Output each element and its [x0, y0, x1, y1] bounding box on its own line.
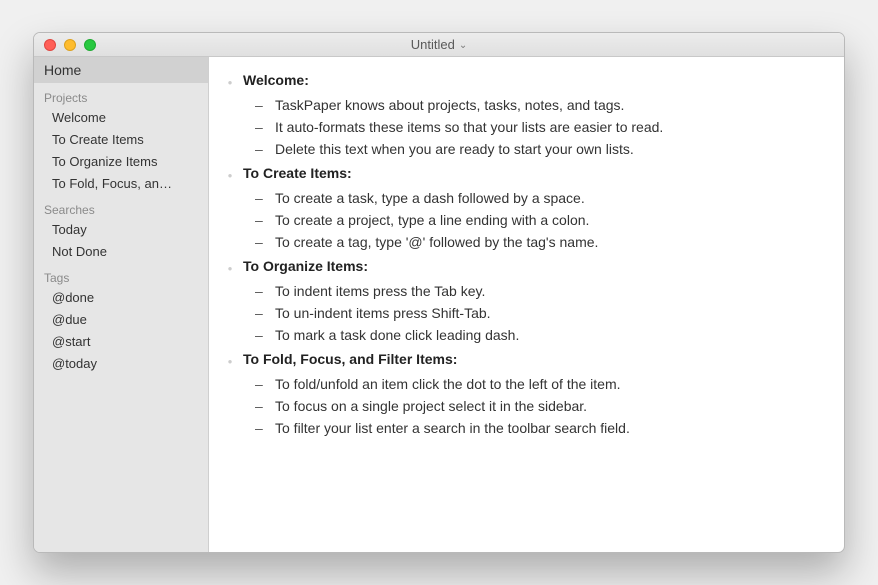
task-text: To indent items press the Tab key. — [275, 280, 485, 302]
project-heading-row[interactable]: ● To Organize Items: — [217, 255, 824, 280]
task-dash-icon[interactable]: – — [255, 231, 267, 253]
task-row[interactable]: –TaskPaper knows about projects, tasks, … — [217, 94, 824, 116]
titlebar: Untitled ⌄ — [34, 33, 844, 57]
sidebar-item-fold-focus[interactable]: To Fold, Focus, an… — [34, 173, 208, 195]
task-text: Delete this text when you are ready to s… — [275, 138, 634, 160]
task-dash-icon[interactable]: – — [255, 187, 267, 209]
task-text: To un-indent items press Shift-Tab. — [275, 302, 491, 324]
task-dash-icon[interactable]: – — [255, 373, 267, 395]
task-row[interactable]: –To filter your list enter a search in t… — [217, 417, 824, 439]
window-body: Home Projects Welcome To Create Items To… — [34, 57, 844, 552]
sidebar-item-organize-items[interactable]: To Organize Items — [34, 151, 208, 173]
app-window: Untitled ⌄ Home Projects Welcome To Crea… — [33, 32, 845, 553]
sidebar-item-not-done[interactable]: Not Done — [34, 241, 208, 263]
sidebar-item-create-items[interactable]: To Create Items — [34, 129, 208, 151]
project-fold-focus-filter: ● To Fold, Focus, and Filter Items: –To … — [217, 348, 824, 439]
fold-dot-icon[interactable]: ● — [225, 72, 235, 94]
task-dash-icon[interactable]: – — [255, 302, 267, 324]
task-text: To create a task, type a dash followed b… — [275, 187, 585, 209]
task-text: To fold/unfold an item click the dot to … — [275, 373, 621, 395]
project-heading-row[interactable]: ● To Create Items: — [217, 162, 824, 187]
fold-dot-icon[interactable]: ● — [225, 258, 235, 280]
sidebar-item-tag-due[interactable]: @due — [34, 309, 208, 331]
zoom-window-icon[interactable] — [84, 39, 96, 51]
task-row[interactable]: –To indent items press the Tab key. — [217, 280, 824, 302]
traffic-lights — [44, 39, 96, 51]
project-heading-row[interactable]: ● Welcome: — [217, 69, 824, 94]
project-welcome: ● Welcome: –TaskPaper knows about projec… — [217, 69, 824, 160]
project-heading: Welcome: — [243, 69, 309, 91]
task-row[interactable]: –To create a task, type a dash followed … — [217, 187, 824, 209]
task-text: TaskPaper knows about projects, tasks, n… — [275, 94, 624, 116]
editor[interactable]: ● Welcome: –TaskPaper knows about projec… — [209, 57, 844, 552]
task-text: To mark a task done click leading dash. — [275, 324, 519, 346]
task-row[interactable]: –To create a project, type a line ending… — [217, 209, 824, 231]
task-row[interactable]: –It auto-formats these items so that you… — [217, 116, 824, 138]
close-window-icon[interactable] — [44, 39, 56, 51]
task-row[interactable]: –To focus on a single project select it … — [217, 395, 824, 417]
task-dash-icon[interactable]: – — [255, 324, 267, 346]
task-dash-icon[interactable]: – — [255, 417, 267, 439]
sidebar-item-welcome[interactable]: Welcome — [34, 107, 208, 129]
task-row[interactable]: –To mark a task done click leading dash. — [217, 324, 824, 346]
sidebar-item-tag-done[interactable]: @done — [34, 287, 208, 309]
task-dash-icon[interactable]: – — [255, 94, 267, 116]
project-heading: To Fold, Focus, and Filter Items: — [243, 348, 457, 370]
fold-dot-icon[interactable]: ● — [225, 165, 235, 187]
task-text: It auto-formats these items so that your… — [275, 116, 663, 138]
project-organize-items: ● To Organize Items: –To indent items pr… — [217, 255, 824, 346]
sidebar-item-tag-start[interactable]: @start — [34, 331, 208, 353]
window-title-text: Untitled — [411, 37, 455, 52]
sidebar-section-projects: Projects — [34, 83, 208, 107]
chevron-down-icon: ⌄ — [459, 40, 467, 51]
sidebar: Home Projects Welcome To Create Items To… — [34, 57, 209, 552]
project-create-items: ● To Create Items: –To create a task, ty… — [217, 162, 824, 253]
task-row[interactable]: –Delete this text when you are ready to … — [217, 138, 824, 160]
task-dash-icon[interactable]: – — [255, 138, 267, 160]
sidebar-item-tag-today[interactable]: @today — [34, 353, 208, 375]
minimize-window-icon[interactable] — [64, 39, 76, 51]
task-dash-icon[interactable]: – — [255, 116, 267, 138]
task-text: To focus on a single project select it i… — [275, 395, 587, 417]
project-heading-row[interactable]: ● To Fold, Focus, and Filter Items: — [217, 348, 824, 373]
window-title-dropdown[interactable]: Untitled ⌄ — [411, 37, 467, 52]
task-dash-icon[interactable]: – — [255, 209, 267, 231]
task-row[interactable]: –To create a tag, type '@' followed by t… — [217, 231, 824, 253]
sidebar-section-searches: Searches — [34, 195, 208, 219]
project-heading: To Organize Items: — [243, 255, 368, 277]
project-heading: To Create Items: — [243, 162, 352, 184]
task-text: To create a project, type a line ending … — [275, 209, 589, 231]
sidebar-item-today[interactable]: Today — [34, 219, 208, 241]
task-row[interactable]: –To un-indent items press Shift-Tab. — [217, 302, 824, 324]
sidebar-section-tags: Tags — [34, 263, 208, 287]
task-dash-icon[interactable]: – — [255, 280, 267, 302]
task-dash-icon[interactable]: – — [255, 395, 267, 417]
task-row[interactable]: –To fold/unfold an item click the dot to… — [217, 373, 824, 395]
sidebar-home[interactable]: Home — [34, 57, 208, 83]
task-text: To create a tag, type '@' followed by th… — [275, 231, 598, 253]
fold-dot-icon[interactable]: ● — [225, 351, 235, 373]
task-text: To filter your list enter a search in th… — [275, 417, 630, 439]
